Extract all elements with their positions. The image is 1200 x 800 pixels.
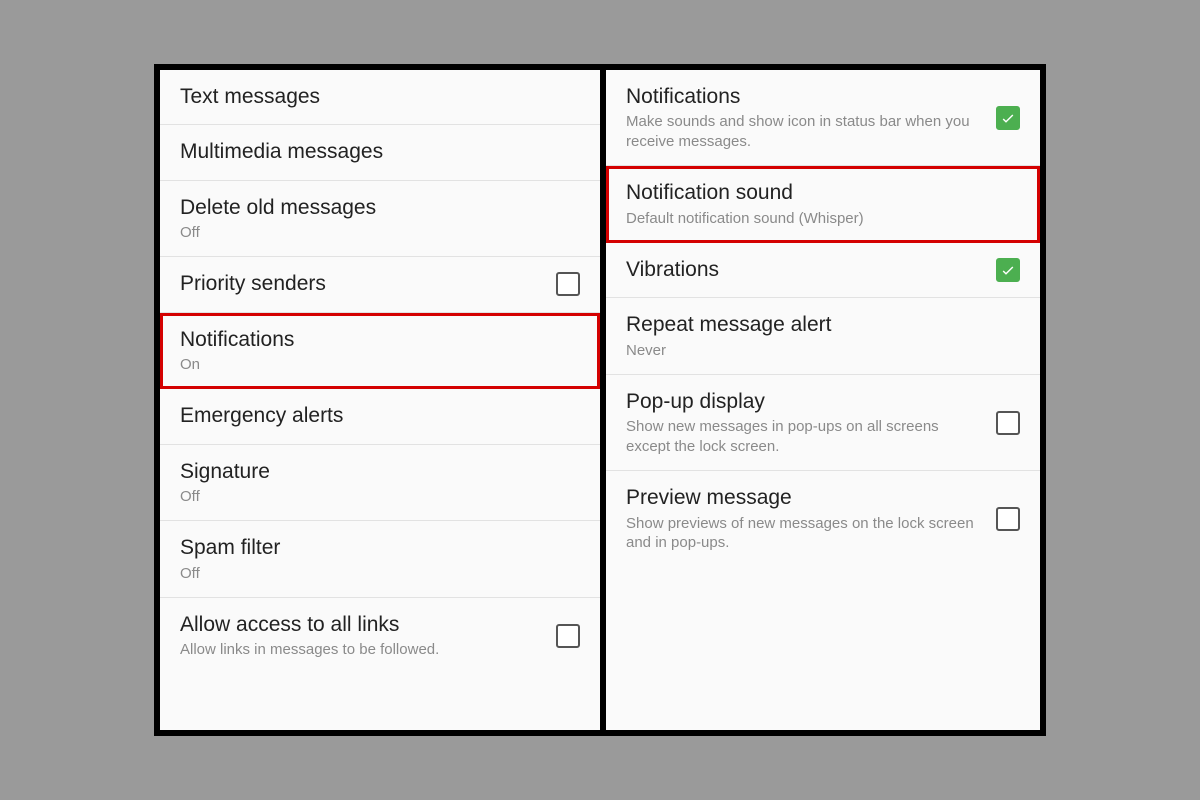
row-text-messages[interactable]: Text messages: [160, 70, 600, 125]
row-title: Delete old messages: [180, 195, 580, 221]
allow-links-checkbox[interactable]: [556, 624, 580, 648]
row-delete-old-messages[interactable]: Delete old messages Off: [160, 181, 600, 258]
row-title: Notifications: [180, 327, 580, 353]
row-subtitle: Never: [626, 341, 1020, 361]
priority-senders-checkbox[interactable]: [556, 272, 580, 296]
row-title: Notifications: [626, 84, 980, 110]
row-allow-links[interactable]: Allow access to all links Allow links in…: [160, 598, 600, 674]
row-emergency-alerts[interactable]: Emergency alerts: [160, 389, 600, 444]
row-popup-display[interactable]: Pop-up display Show new messages in pop-…: [606, 375, 1040, 471]
dual-screenshot-frame: Text messages Multimedia messages Delete…: [154, 64, 1046, 736]
row-subtitle: Off: [180, 223, 580, 243]
settings-pane-right: Notifications Make sounds and show icon …: [600, 70, 1040, 730]
check-icon: [1000, 110, 1016, 126]
row-subtitle: Off: [180, 564, 580, 584]
row-notifications-master[interactable]: Notifications Make sounds and show icon …: [606, 70, 1040, 166]
row-preview-message[interactable]: Preview message Show previews of new mes…: [606, 471, 1040, 566]
row-title: Vibrations: [626, 257, 980, 283]
row-subtitle: Off: [180, 487, 580, 507]
row-priority-senders[interactable]: Priority senders: [160, 257, 600, 312]
notifications-master-checkbox[interactable]: [996, 106, 1020, 130]
row-subtitle: Show new messages in pop-ups on all scre…: [626, 417, 980, 456]
row-subtitle: Allow links in messages to be followed.: [180, 640, 540, 660]
row-spam-filter[interactable]: Spam filter Off: [160, 521, 600, 598]
row-signature[interactable]: Signature Off: [160, 445, 600, 522]
row-title: Spam filter: [180, 535, 580, 561]
row-title: Signature: [180, 459, 580, 485]
row-notification-sound[interactable]: Notification sound Default notification …: [606, 166, 1040, 243]
row-subtitle: Default notification sound (Whisper): [626, 209, 1020, 229]
settings-pane-left: Text messages Multimedia messages Delete…: [160, 70, 600, 730]
row-multimedia-messages[interactable]: Multimedia messages: [160, 125, 600, 180]
row-vibrations[interactable]: Vibrations: [606, 243, 1040, 298]
preview-message-checkbox[interactable]: [996, 507, 1020, 531]
vibrations-checkbox[interactable]: [996, 258, 1020, 282]
check-icon: [1000, 262, 1016, 278]
row-title: Repeat message alert: [626, 312, 1020, 338]
row-title: Pop-up display: [626, 389, 980, 415]
row-title: Priority senders: [180, 271, 540, 297]
row-title: Emergency alerts: [180, 403, 580, 429]
row-subtitle: Show previews of new messages on the loc…: [626, 514, 980, 553]
row-title: Allow access to all links: [180, 612, 540, 638]
row-title: Notification sound: [626, 180, 1020, 206]
row-subtitle: On: [180, 355, 580, 375]
row-subtitle: Make sounds and show icon in status bar …: [626, 112, 980, 151]
row-title: Multimedia messages: [180, 139, 580, 165]
row-title: Preview message: [626, 485, 980, 511]
row-title: Text messages: [180, 84, 580, 110]
row-repeat-alert[interactable]: Repeat message alert Never: [606, 298, 1040, 375]
popup-display-checkbox[interactable]: [996, 411, 1020, 435]
row-notifications[interactable]: Notifications On: [160, 313, 600, 390]
